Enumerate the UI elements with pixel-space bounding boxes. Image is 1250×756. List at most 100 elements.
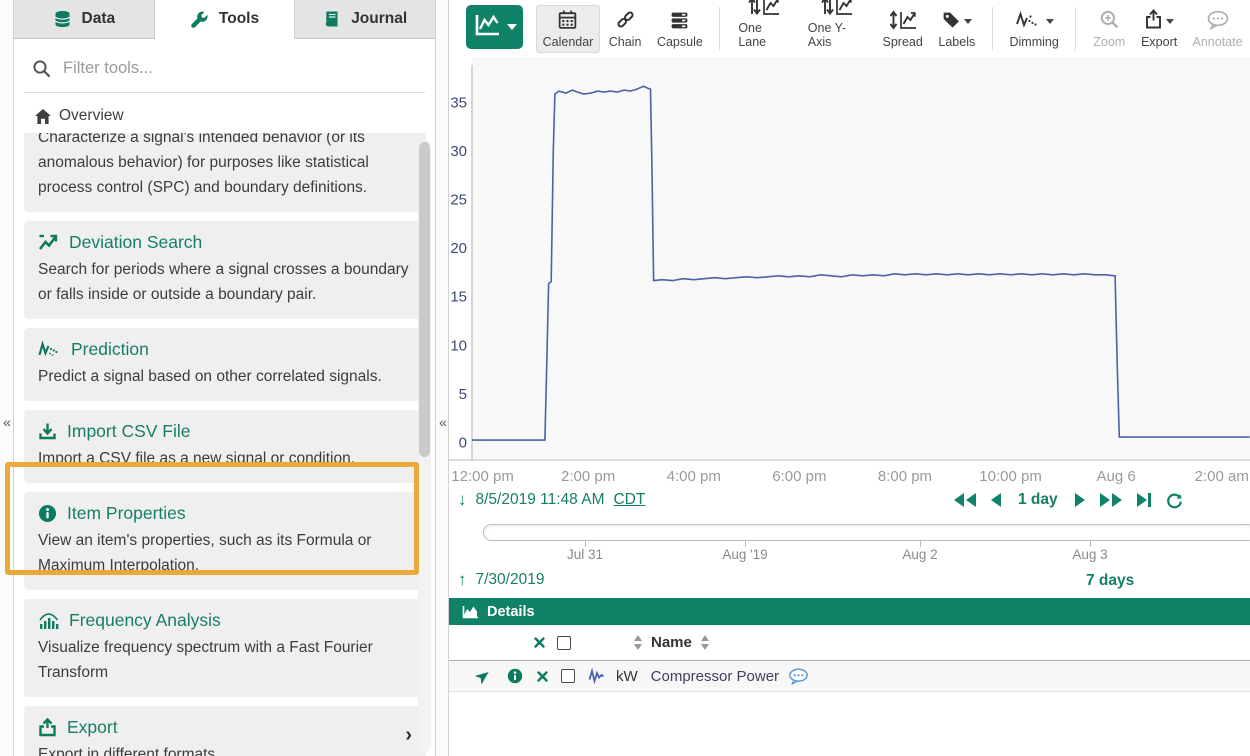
tool-description: Search for periods where a signal crosse…: [38, 257, 412, 307]
svg-text:12:00 pm: 12:00 pm: [451, 468, 514, 485]
tool-card-export[interactable]: ExportExport in different formats›: [24, 706, 426, 756]
details-table-row[interactable]: kW Compressor Power: [449, 661, 1250, 692]
toolbar-capsule-button[interactable]: Capsule: [650, 5, 709, 53]
row-checkbox[interactable]: [561, 669, 575, 683]
sort-name-icon[interactable]: [701, 635, 709, 650]
autoscale-pointer-icon[interactable]: [475, 668, 492, 684]
trend-chart[interactable]: 0510152025303512:00 pm2:00 pm4:00 pm6:00…: [449, 57, 1250, 487]
tab-tools[interactable]: Tools: [155, 0, 296, 39]
filter-tools-input[interactable]: [63, 59, 425, 78]
labels-icon: [941, 10, 961, 33]
chevron-right-icon: ›: [405, 724, 412, 747]
step-to-end-icon[interactable]: [1137, 493, 1151, 507]
toolbar-dimming-button[interactable]: Dimming: [1003, 5, 1065, 53]
dimming-icon: [1015, 10, 1043, 33]
svg-text:35: 35: [450, 94, 467, 111]
tool-description: View an item's properties, such as its F…: [38, 528, 412, 578]
toolbar-one-y-axis-button[interactable]: One Y-Axis: [800, 5, 874, 53]
select-all-checkbox[interactable]: [557, 636, 571, 650]
chevron-down-icon: [1166, 19, 1174, 24]
display-toolbar: Calendar Chain Capsule One LaneOne Y-AxisSp…: [449, 0, 1250, 57]
view-selector-button[interactable]: [466, 5, 523, 49]
overview-link[interactable]: Overview: [34, 107, 425, 125]
investigate-duration[interactable]: 7 days: [1086, 572, 1134, 590]
sort-icon[interactable]: [634, 635, 642, 650]
toolbar-one-lane-button[interactable]: One Lane: [730, 5, 797, 53]
svg-text:2:00 pm: 2:00 pm: [561, 468, 615, 485]
svg-text:30: 30: [450, 143, 467, 160]
tool-card-item-properties[interactable]: Item Properties View an item's properties…: [24, 492, 426, 590]
scrollbar-thumb[interactable]: [419, 142, 430, 457]
toolbar-button-label: Export: [1141, 35, 1177, 49]
details-table-header: Name: [449, 625, 1250, 661]
tool-card-deviation-search[interactable]: Deviation Search Search for periods where…: [24, 221, 426, 319]
one-lane-icon: [748, 0, 780, 20]
collapse-panel-icon[interactable]: «: [437, 414, 449, 430]
search-icon: [32, 59, 51, 78]
spread-icon: [889, 9, 917, 34]
step-back-double-icon[interactable]: [954, 493, 976, 507]
toolbar-spread-button[interactable]: Spread: [876, 5, 930, 53]
collapse-left-icon[interactable]: «: [1, 414, 13, 430]
tool-card-import-csv-file[interactable]: Import CSV FileImport a CSV file as a ne…: [24, 410, 426, 483]
row-name: Compressor Power: [651, 668, 779, 685]
journal-icon: [323, 10, 341, 28]
details-panel-header: Details: [449, 598, 1250, 625]
toolbar-calendar-button[interactable]: Calendar: [536, 5, 600, 53]
toolbar-button-label: Annotate: [1193, 35, 1243, 49]
timeline-tick-label: Aug 2: [860, 547, 980, 562]
investigate-range-start[interactable]: 7/30/2019: [476, 571, 545, 589]
toolbar-button-label: Chain: [609, 35, 642, 49]
tool-title: Item Properties: [67, 503, 186, 524]
timezone-link[interactable]: CDT: [613, 491, 645, 509]
panel-tabs: DataToolsJournal: [14, 0, 435, 39]
toolbar-chain-button[interactable]: Chain: [602, 5, 649, 53]
toolbar-button-label: Labels: [938, 35, 975, 49]
signal-icon: [588, 668, 607, 684]
timeline-scrollbar[interactable]: [483, 524, 1250, 541]
tab-journal[interactable]: Journal: [295, 0, 435, 39]
tool-card-frequency-analysis[interactable]: Frequency AnalysisVisualize frequency sp…: [24, 599, 426, 697]
svg-text:Aug 6: Aug 6: [1097, 468, 1136, 485]
refresh-icon[interactable]: [1166, 492, 1183, 509]
chevron-down-icon: [1046, 19, 1054, 24]
remove-item-icon[interactable]: [536, 670, 549, 683]
seeq-workbench: « DataToolsJournal Overview Characterize…: [0, 0, 1250, 756]
tool-card-prediction[interactable]: PredictionPredict a signal based on othe…: [24, 328, 426, 401]
tool-description: Characterize a signal's intended behavio…: [38, 133, 412, 200]
svg-text:5: 5: [459, 386, 467, 403]
comment-bubble-icon[interactable]: [788, 668, 809, 685]
svg-text:15: 15: [450, 289, 467, 306]
step-back-icon[interactable]: [991, 493, 1001, 507]
name-column-header[interactable]: Name: [651, 634, 692, 651]
display-duration[interactable]: 1 day: [1016, 491, 1060, 509]
left-collapse-gutter: «: [0, 0, 14, 756]
import-csv-icon: [38, 422, 57, 441]
database-icon: [53, 10, 72, 28]
toolbar-separator: [1075, 7, 1076, 51]
timeline-tick-label: Aug 3: [1030, 547, 1150, 562]
tool-title: Deviation Search: [69, 232, 202, 253]
tab-data[interactable]: Data: [14, 0, 155, 39]
svg-text:10:00 pm: 10:00 pm: [979, 468, 1042, 485]
tool-title: Export: [67, 717, 118, 738]
wrench-icon: [190, 10, 209, 29]
toolbar-export-button[interactable]: Export: [1134, 5, 1184, 53]
toolbar-separator: [992, 7, 993, 51]
panel-splitter-gutter: «: [435, 0, 449, 756]
display-range-start[interactable]: 8/5/2019 11:48 AM: [476, 491, 605, 509]
item-info-icon[interactable]: [507, 668, 523, 684]
tool-title: Frequency Analysis: [69, 610, 221, 631]
toolbar-labels-button[interactable]: Labels: [932, 5, 983, 53]
row-unit: kW: [616, 668, 638, 685]
display-range-bar: ↓ 8/5/2019 11:48 AM CDT 1 day: [449, 487, 1250, 517]
area-chart-icon: [462, 604, 479, 619]
tool-description: Predict a signal based on other correlat…: [38, 364, 412, 389]
remove-all-icon[interactable]: [533, 636, 546, 649]
toolbar-separator: [719, 7, 720, 51]
tool-card-scrolled[interactable]: Characterize a signal's intended behavio…: [24, 133, 426, 212]
step-forward-double-icon[interactable]: [1100, 493, 1122, 507]
svg-text:25: 25: [450, 192, 467, 209]
step-forward-icon[interactable]: [1075, 493, 1085, 507]
tools-scrollbar[interactable]: [418, 140, 431, 752]
